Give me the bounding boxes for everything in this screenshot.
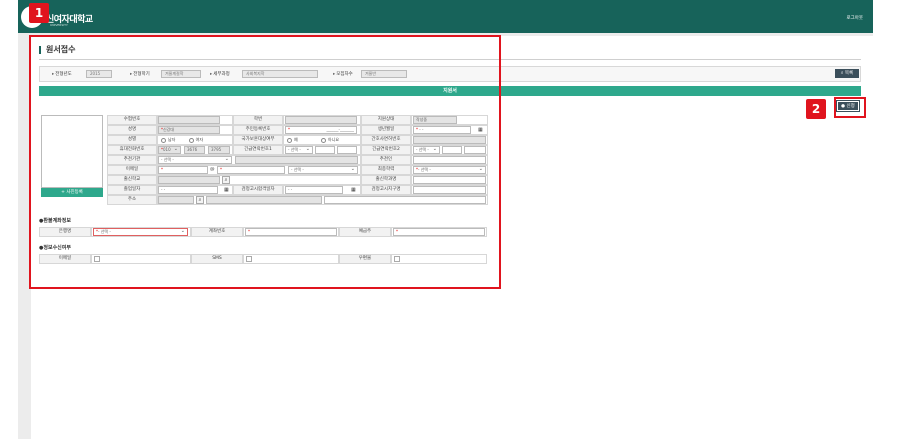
annotation-frame-1 <box>29 35 501 289</box>
annotation-marker-2: 2 <box>806 99 826 119</box>
search-icon: ⌕ <box>840 71 844 76</box>
annotation-marker-1: 1 <box>29 3 49 23</box>
list-button[interactable]: ⌕ 목록 <box>835 69 859 78</box>
list-button-label: 목록 <box>844 71 854 76</box>
logo-subtext: UNIVERSITY <box>50 23 68 27</box>
top-header: 신여자대학교 UNIVERSITY 로그아웃 <box>18 0 873 33</box>
logout-link[interactable]: 로그아웃 <box>846 15 863 21</box>
annotation-frame-2 <box>834 97 866 118</box>
